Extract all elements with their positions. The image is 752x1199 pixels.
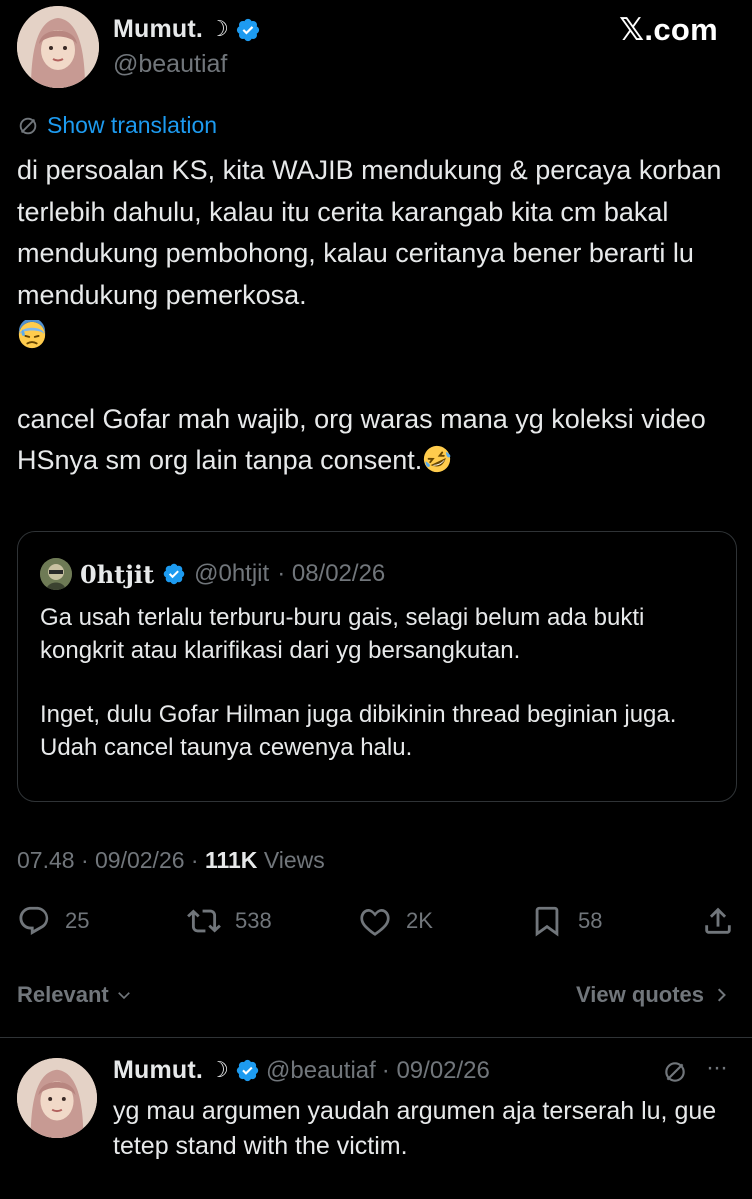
author-name-row: Mumut. ☽ <box>113 15 261 44</box>
bookmark-count: 58 <box>578 908 603 933</box>
show-translation-label[interactable]: Show translation <box>47 112 217 139</box>
downcast-sweat-emoji-icon <box>18 320 46 349</box>
share-button[interactable] <box>701 904 735 938</box>
tweet-body: di persoalan KS, kita WAJIB mendukung & … <box>17 150 737 482</box>
views-count: 111K <box>204 847 258 873</box>
repost-count: 538 <box>235 908 272 933</box>
reply-author-name[interactable]: Mumut. <box>113 1056 203 1085</box>
reply-icon <box>19 906 49 935</box>
reply-date: · 09/02/26 <box>381 1056 490 1084</box>
quoted-avatar-image <box>40 558 72 590</box>
reply-count: 25 <box>65 908 90 933</box>
translate-icon <box>19 117 37 134</box>
reply-header: Mumut. ☽ @beautiaf · 09/02/26 <box>113 1056 490 1085</box>
sort-relevant-label: Relevant <box>17 982 109 1007</box>
reply-author-avatar[interactable] <box>17 1058 97 1138</box>
moon-glyph: ☽ <box>209 1058 230 1083</box>
repost-button[interactable]: 538 <box>187 904 272 938</box>
reply-avatar-image <box>17 1058 97 1138</box>
quoted-paragraph-2: Inget, dulu Gofar Hilman juga dibikinin … <box>40 701 677 761</box>
tweet-meta: 07.48 · 09/02/26 · 111K Views <box>17 847 325 874</box>
reply-more-options-button[interactable]: ··· <box>706 1054 728 1082</box>
like-count: 2K <box>406 908 433 933</box>
quoted-author-name[interactable]: 0htjit <box>80 560 154 589</box>
tweet-timestamp[interactable]: 07.48 · 09/02/26 · <box>17 847 199 873</box>
reply-button[interactable]: 25 <box>17 904 89 938</box>
section-divider <box>0 1037 752 1038</box>
verified-badge-icon <box>236 18 260 41</box>
author-avatar[interactable] <box>17 6 99 88</box>
translate-icon <box>665 1062 685 1082</box>
site-logo: 𝕏.com <box>619 12 718 47</box>
tweet-paragraph-2: cancel Gofar mah wajib, org waras mana y… <box>17 403 706 476</box>
heart-icon <box>360 908 390 936</box>
quoted-tweet-card[interactable]: 0htjit @0htjit · 08/02/26 Ga usah terlal… <box>17 531 737 802</box>
moon-glyph: ☽ <box>209 17 230 42</box>
reply-body: yg mau argumen yaudah argumen aja terser… <box>113 1097 717 1160</box>
show-translation-link[interactable]: Show translation <box>17 112 217 139</box>
quoted-tweet-date: · 08/02/26 <box>277 560 386 587</box>
bookmark-icon <box>535 906 559 937</box>
sort-relevant-dropdown[interactable]: Relevant <box>17 982 133 1008</box>
chevron-right-icon <box>717 988 726 1002</box>
avatar-image <box>17 6 99 88</box>
verified-badge-icon <box>236 1059 259 1082</box>
rolling-laughing-emoji-icon <box>424 445 451 473</box>
bookmark-button[interactable]: 58 <box>530 904 602 938</box>
chevron-down-icon <box>117 992 130 1000</box>
reply-translate-button[interactable] <box>662 1059 688 1090</box>
quoted-author-handle[interactable]: @0htjit <box>194 560 269 588</box>
view-quotes-link[interactable]: View quotes <box>576 982 730 1008</box>
author-display-name[interactable]: Mumut. <box>113 15 203 44</box>
share-icon <box>705 907 731 934</box>
views-label: Views <box>263 847 325 873</box>
repost-icon <box>187 909 221 933</box>
quoted-author-avatar[interactable] <box>40 558 72 590</box>
view-quotes-label: View quotes <box>576 982 704 1007</box>
tweet-paragraph-1: di persoalan KS, kita WAJIB mendukung & … <box>17 155 722 310</box>
quoted-tweet-header: 0htjit @0htjit · 08/02/26 <box>40 558 385 590</box>
quoted-tweet-body: Ga usah terlalu terburu-buru gais, selag… <box>40 602 710 764</box>
quoted-paragraph-1: Ga usah terlalu terburu-buru gais, selag… <box>40 604 645 664</box>
reply-author-handle[interactable]: @beautiaf <box>266 1057 376 1085</box>
like-button[interactable]: 2K <box>358 904 433 938</box>
verified-badge-icon <box>163 563 185 585</box>
author-handle[interactable]: @beautiaf <box>113 50 227 79</box>
